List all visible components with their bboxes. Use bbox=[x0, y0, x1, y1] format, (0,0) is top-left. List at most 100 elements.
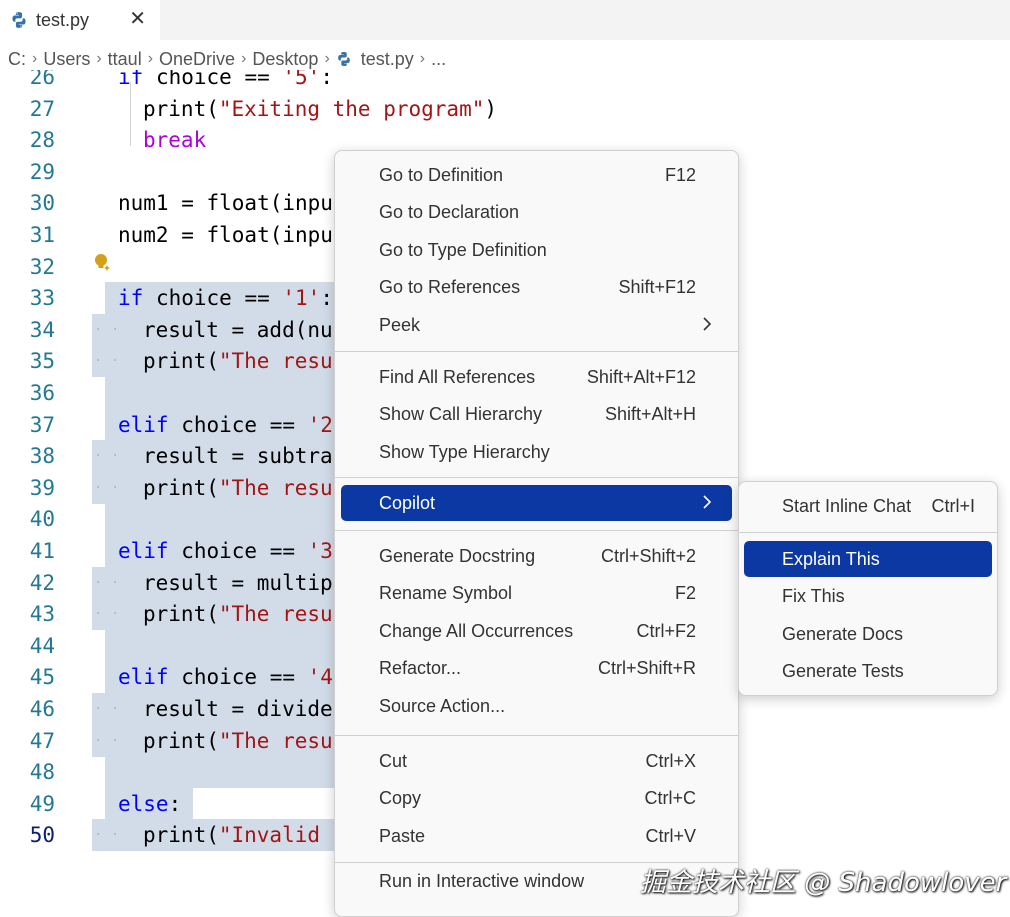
tab-title: test.py bbox=[36, 9, 90, 30]
code-text: result = multip bbox=[143, 570, 333, 595]
shortcut-label: Ctrl+I bbox=[931, 495, 975, 516]
code-line: 26 if choice == '5': bbox=[0, 70, 1010, 93]
menu-item-source-action[interactable]: Source Action... bbox=[341, 688, 732, 724]
submenu-item-generate-tests[interactable]: Generate Tests bbox=[744, 653, 992, 689]
breadcrumb-item[interactable]: Users bbox=[43, 49, 90, 70]
code-text: result = subtra bbox=[143, 444, 333, 469]
breadcrumb-item[interactable]: OneDrive bbox=[159, 49, 235, 70]
menu-item-rename-symbol[interactable]: Rename Symbol F2 bbox=[341, 576, 732, 612]
shortcut-label: Ctrl+F2 bbox=[636, 620, 696, 641]
breadcrumb-item[interactable]: ... bbox=[431, 49, 446, 70]
chevron-right-icon: › bbox=[241, 50, 247, 67]
line-number: 39 bbox=[29, 475, 55, 500]
chevron-right-icon bbox=[703, 317, 712, 331]
code-text: result = divide bbox=[143, 697, 333, 721]
menu-item-refactor[interactable]: Refactor... Ctrl+Shift+R bbox=[341, 651, 732, 687]
whitespace-dots: · · bbox=[94, 606, 120, 623]
shortcut-label: Ctrl+Shift+R bbox=[597, 658, 696, 678]
code-text: elif choice == '3 bbox=[118, 539, 333, 563]
code-text: elif choice == '4 bbox=[118, 665, 333, 690]
breadcrumb-item[interactable]: Desktop bbox=[252, 49, 318, 70]
whitespace-dots: · · bbox=[94, 574, 120, 591]
menu-separator bbox=[335, 735, 738, 736]
line-number: 49 bbox=[29, 791, 55, 816]
menu-item-label: Run in Interactive window bbox=[379, 870, 585, 891]
menu-item-label: Copilot bbox=[379, 492, 436, 513]
whitespace-dots: · · bbox=[94, 353, 120, 370]
menu-item-show-type-hierarchy[interactable]: Show Type Hierarchy bbox=[341, 434, 732, 470]
shortcut-label: F12 bbox=[664, 164, 696, 185]
shortcut-label: Ctrl+X bbox=[645, 750, 696, 771]
line-number: 32 bbox=[29, 254, 55, 279]
menu-item-label: Show Call Hierarchy bbox=[379, 404, 543, 424]
menu-item-label: Go to Definition bbox=[379, 164, 504, 185]
menu-item-label: Refactor... bbox=[379, 658, 462, 678]
chevron-right-icon bbox=[703, 495, 712, 509]
menu-item-label: Go to Type Definition bbox=[379, 239, 547, 260]
menu-item-label: Copy bbox=[379, 788, 422, 808]
line-number: 30 bbox=[29, 191, 55, 216]
menu-item-change-all-occurrences[interactable]: Change All Occurrences Ctrl+F2 bbox=[341, 613, 732, 649]
code-text: elif choice == '2 bbox=[118, 412, 333, 437]
code-text: print("The resu bbox=[143, 349, 333, 374]
close-icon[interactable]: ✕ bbox=[129, 9, 146, 29]
line-number: 37 bbox=[29, 412, 55, 437]
shortcut-label: Ctrl+C bbox=[644, 788, 696, 808]
menu-separator bbox=[335, 530, 738, 531]
submenu-item-explain-this[interactable]: Explain This bbox=[744, 541, 992, 577]
menu-item-show-call-hierarchy[interactable]: Show Call Hierarchy Shift+Alt+H bbox=[341, 397, 732, 433]
whitespace-dots: · · bbox=[94, 827, 120, 844]
submenu-item-start-inline-chat[interactable]: Start Inline Chat Ctrl+I bbox=[744, 488, 992, 524]
submenu-item-fix-this[interactable]: Fix This bbox=[744, 578, 992, 614]
menu-item-label: Rename Symbol bbox=[379, 583, 513, 603]
menu-item-label: Find All References bbox=[379, 366, 536, 387]
menu-item-copilot[interactable]: Copilot bbox=[341, 485, 732, 521]
tab-test-py[interactable]: test.py ✕ bbox=[0, 0, 160, 40]
menu-item-label: Generate Docstring bbox=[379, 545, 536, 566]
line-number: 43 bbox=[29, 602, 55, 627]
chevron-right-icon: › bbox=[419, 50, 426, 67]
whitespace-dots: · · bbox=[94, 479, 120, 496]
whitespace-dots: · · bbox=[94, 701, 120, 717]
python-file-icon bbox=[337, 52, 350, 66]
context-menu: Go to Definition F12 Go to Declaration Go t… bbox=[334, 150, 739, 917]
menu-item-copy[interactable]: Copy Ctrl+C bbox=[341, 781, 732, 817]
breadcrumb-item[interactable]: C: bbox=[8, 49, 26, 70]
breadcrumb-item[interactable]: ttaul bbox=[108, 49, 142, 70]
menu-item-label: Cut bbox=[379, 750, 408, 771]
tab-bar: test.py ✕ bbox=[0, 0, 1010, 40]
menu-item-cut[interactable]: Cut Ctrl+X bbox=[341, 743, 732, 779]
menu-item-label: Peek bbox=[379, 314, 421, 335]
menu-item-label: Show Type Hierarchy bbox=[379, 441, 550, 462]
line-number: 31 bbox=[29, 223, 55, 247]
menu-item-go-to-definition[interactable]: Go to Definition F12 bbox=[341, 157, 732, 193]
menu-separator bbox=[739, 532, 997, 533]
whitespace-dots: · · bbox=[94, 448, 120, 465]
code-text: else: bbox=[118, 791, 182, 816]
line-number: 29 bbox=[29, 159, 55, 184]
menu-item-paste[interactable]: Paste Ctrl+V bbox=[341, 818, 732, 854]
menu-item-find-all-references[interactable]: Find All References Shift+Alt+F12 bbox=[341, 359, 732, 395]
menu-item-go-to-declaration[interactable]: Go to Declaration bbox=[341, 195, 732, 231]
menu-item-label: Change All Occurrences bbox=[379, 620, 574, 641]
menu-separator bbox=[335, 351, 738, 352]
menu-item-peek[interactable]: Peek bbox=[341, 307, 732, 343]
menu-item-go-to-references[interactable]: Go to References Shift+F12 bbox=[341, 270, 732, 306]
submenu-item-generate-docs[interactable]: Generate Docs bbox=[744, 616, 992, 652]
menu-item-label: Generate Docs bbox=[782, 623, 904, 644]
shortcut-label: F2 bbox=[674, 583, 696, 603]
shortcut-label: Ctrl+Shift+2 bbox=[600, 545, 696, 566]
copilot-submenu: Start Inline Chat Ctrl+I Explain This Fix T… bbox=[738, 481, 998, 696]
menu-item-go-to-type-definition[interactable]: Go to Type Definition bbox=[341, 232, 732, 268]
line-number: 40 bbox=[29, 507, 55, 532]
line-number: 34 bbox=[29, 317, 55, 342]
line-number: 46 bbox=[29, 697, 55, 721]
code-text: num2 = float(inpu bbox=[118, 223, 333, 247]
menu-item-generate-docstring[interactable]: Generate Docstring Ctrl+Shift+2 bbox=[341, 538, 732, 574]
menu-item-label: Go to References bbox=[379, 277, 521, 297]
breadcrumb-item[interactable]: test.py bbox=[361, 49, 414, 70]
line-number: 50 bbox=[29, 823, 55, 848]
code-text: print("The resu bbox=[143, 728, 333, 753]
shortcut-label: Shift+Alt+F12 bbox=[586, 366, 696, 387]
line-number: 38 bbox=[29, 444, 55, 469]
